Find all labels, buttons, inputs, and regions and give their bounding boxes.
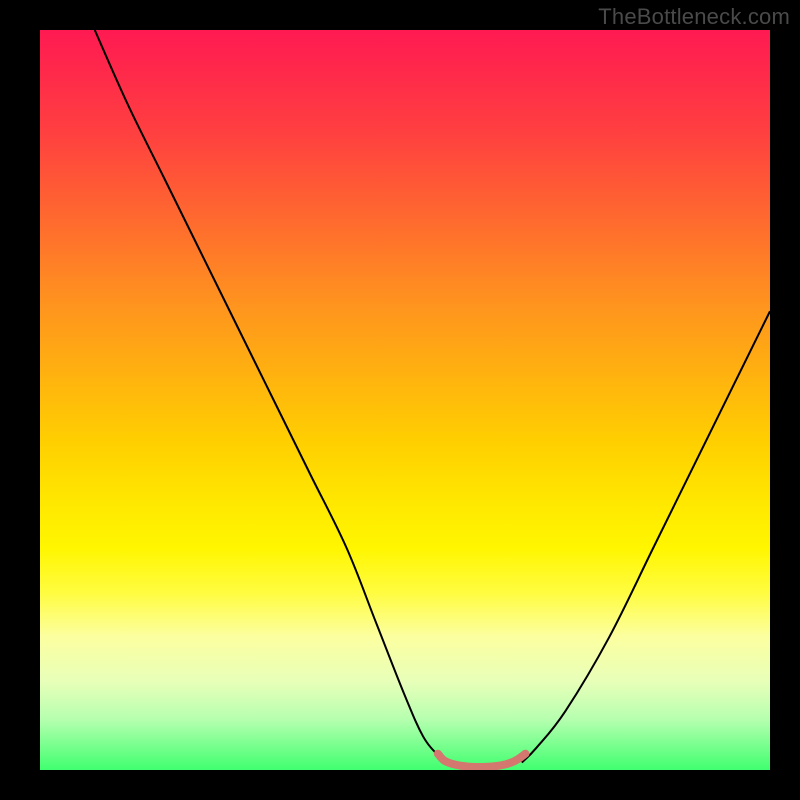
chart-frame: TheBottleneck.com [0, 0, 800, 800]
watermark-text: TheBottleneck.com [598, 4, 790, 30]
curve-trough-highlight [438, 754, 526, 767]
curve-right-branch [522, 311, 770, 762]
curve-left-branch [95, 30, 445, 763]
plot-area [40, 30, 770, 770]
curve-layer [40, 30, 770, 770]
